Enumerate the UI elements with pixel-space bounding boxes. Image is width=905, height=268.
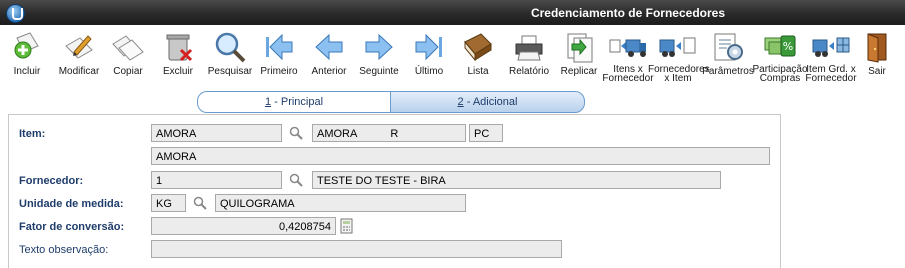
book-icon: [464, 33, 492, 62]
item-grd-fornecedor-button[interactable]: Item Grd. x Fornecedor: [805, 25, 857, 88]
magnifier-icon: [215, 32, 246, 63]
title-bar: Credenciamento de Fornecedores: [0, 0, 905, 25]
unidade-label: Unidade de medida:: [19, 198, 124, 210]
fornecedor-search-icon[interactable]: [289, 173, 303, 187]
item-description-field[interactable]: AMORA: [151, 147, 770, 165]
form-panel: Item: AMORA AMORA R PC AMORA Fornecedor:…: [8, 114, 781, 268]
copy-document-icon: [112, 35, 144, 61]
incluir-button[interactable]: Incluir: [8, 25, 46, 88]
itens-fornecedor-button[interactable]: Itens x Fornecedor: [602, 25, 654, 88]
ultimo-button[interactable]: Último: [408, 25, 450, 88]
excluir-label: Excluir: [162, 66, 193, 77]
item-label: Item:: [19, 128, 46, 140]
lista-label: Lista: [467, 66, 489, 77]
calculator-icon[interactable]: [340, 218, 353, 234]
observacao-label: Texto observação:: [19, 244, 109, 256]
next-arrow-icon: [365, 33, 393, 61]
fator-label: Fator de conversão:: [19, 221, 125, 233]
truck-suppliers-icon: [659, 37, 696, 57]
sair-label: Sair: [868, 66, 886, 77]
truck-grid-icon: [812, 37, 850, 57]
fornecedor-label: Fornecedor:: [19, 175, 84, 187]
seguinte-button[interactable]: Seguinte: [358, 25, 400, 88]
window-title: Credenciamento de Fornecedores: [530, 6, 725, 20]
money-percent-icon: %: [764, 35, 796, 57]
replicar-button[interactable]: Replicar: [558, 25, 600, 88]
previous-arrow-icon: [315, 33, 343, 61]
item-grd-fornecedor-label: Item Grd. x Fornecedor: [805, 64, 857, 84]
add-document-icon: [14, 32, 39, 59]
item-search-icon[interactable]: [289, 126, 303, 140]
tab-adicional[interactable]: 2 - Adicional: [390, 91, 585, 113]
copiar-button[interactable]: Copiar: [110, 25, 146, 88]
truck-items-icon: [609, 39, 646, 57]
copiar-label: Copiar: [113, 66, 143, 77]
edit-document-icon: [65, 35, 93, 59]
unidade-code-field[interactable]: KG: [151, 194, 186, 212]
parametros-button[interactable]: Parâmetros: [702, 25, 754, 88]
tab-adicional-label: - Adicional: [463, 96, 518, 108]
anterior-button[interactable]: Anterior: [308, 25, 350, 88]
first-arrow-icon: [266, 33, 293, 61]
toolbar: Incluir Modificar Copiar Excluir Pesquis…: [0, 25, 905, 88]
relatorio-label: Relatório: [508, 66, 550, 77]
item-code-field[interactable]: AMORA: [151, 124, 282, 142]
tab-strip: 1 - Principal 2 - Adicional: [197, 91, 585, 113]
pesquisar-button[interactable]: Pesquisar: [208, 25, 252, 88]
observacao-field[interactable]: [151, 240, 562, 258]
anterior-label: Anterior: [311, 66, 347, 77]
modificar-button[interactable]: Modificar: [58, 25, 100, 88]
relatorio-button[interactable]: Relatório: [508, 25, 550, 88]
unidade-search-icon[interactable]: [193, 196, 207, 210]
item-unit-field[interactable]: PC: [469, 124, 503, 142]
participacao-compras-button[interactable]: % Participação Compras: [752, 25, 808, 88]
fornecedor-code-field[interactable]: 1: [151, 171, 282, 189]
settings-document-icon: [714, 33, 743, 61]
unidade-name-field[interactable]: QUILOGRAMA: [215, 194, 466, 212]
trash-icon: [166, 34, 193, 62]
tab-principal[interactable]: 1 - Principal: [197, 91, 391, 113]
incluir-label: Incluir: [13, 66, 41, 77]
fornecedor-name-field[interactable]: TESTE DO TESTE - BIRA: [312, 171, 721, 189]
fator-value-field[interactable]: 0,4208754: [151, 217, 336, 235]
replicate-icon: [567, 33, 593, 63]
excluir-button[interactable]: Excluir: [160, 25, 196, 88]
item-short-description-field[interactable]: AMORA R: [312, 124, 466, 142]
sair-button[interactable]: Sair: [860, 25, 894, 88]
lista-button[interactable]: Lista: [458, 25, 498, 88]
modificar-label: Modificar: [58, 66, 100, 77]
exit-door-icon: [867, 33, 887, 63]
ultimo-label: Último: [414, 66, 444, 77]
last-arrow-icon: [415, 33, 442, 61]
svg-text:%: %: [783, 40, 793, 53]
fornecedores-item-button[interactable]: Fornecedores x Item: [648, 25, 710, 88]
primeiro-button[interactable]: Primeiro: [258, 25, 300, 88]
printer-icon: [515, 35, 543, 61]
seguinte-label: Seguinte: [359, 66, 399, 77]
tab-principal-label: - Principal: [271, 96, 324, 108]
pesquisar-label: Pesquisar: [207, 66, 253, 77]
primeiro-label: Primeiro: [260, 66, 298, 77]
